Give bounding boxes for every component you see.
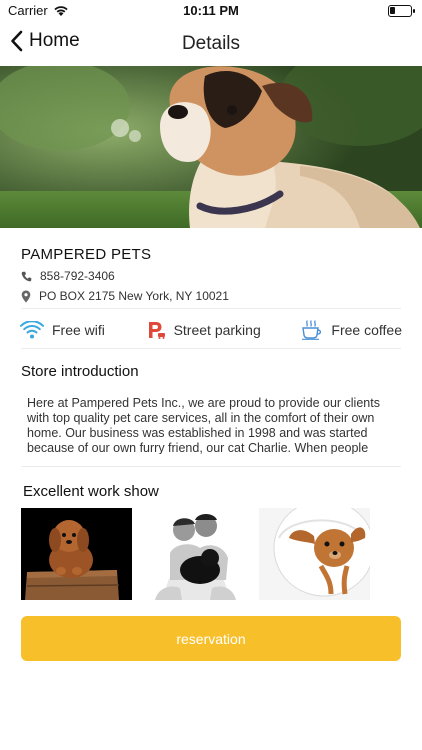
amenity-parking-label: Street parking (173, 322, 261, 338)
intro-title: Store introduction (21, 363, 139, 380)
divider (21, 308, 401, 309)
hero-image (0, 66, 422, 228)
amenities-row: Free wifi Street parking Free coffee (20, 318, 402, 342)
parking-icon (148, 322, 165, 339)
coffee-icon (302, 320, 322, 340)
amenity-coffee-label: Free coffee (331, 322, 402, 338)
battery-level (390, 7, 395, 14)
divider (21, 348, 401, 349)
address-text: PO BOX 2175 New York, NY 10021 (39, 289, 229, 303)
divider (21, 466, 401, 467)
location-pin-icon (21, 290, 31, 302)
phone-icon (21, 271, 32, 281)
gallery-photo-2[interactable] (140, 508, 251, 600)
status-bar: Carrier 10:11 PM (0, 0, 422, 22)
amenity-coffee: Free coffee (301, 320, 402, 340)
gallery-photo-3[interactable] (259, 508, 370, 600)
battery-icon (388, 5, 415, 17)
work-gallery (21, 508, 401, 600)
gallery-title: Excellent work show (23, 483, 159, 500)
store-name: PAMPERED PETS (21, 246, 152, 263)
amenity-wifi: Free wifi (20, 321, 105, 339)
navigation-bar: Home Details (0, 22, 422, 66)
page-title: Details (181, 33, 241, 54)
intro-text[interactable]: Here at Pampered Pets Inc., we are proud… (27, 396, 399, 454)
reservation-button[interactable]: reservation (21, 616, 401, 661)
wifi-icon (20, 321, 44, 339)
amenity-parking: Street parking (146, 320, 261, 340)
phone-number: 858-792-3406 (40, 269, 115, 283)
address-row[interactable]: PO BOX 2175 New York, NY 10021 (21, 289, 229, 303)
amenity-wifi-label: Free wifi (52, 322, 105, 338)
gallery-photo-1[interactable] (21, 508, 132, 600)
phone-row[interactable]: 858-792-3406 (21, 269, 115, 283)
clock: 10:11 PM (183, 3, 239, 18)
